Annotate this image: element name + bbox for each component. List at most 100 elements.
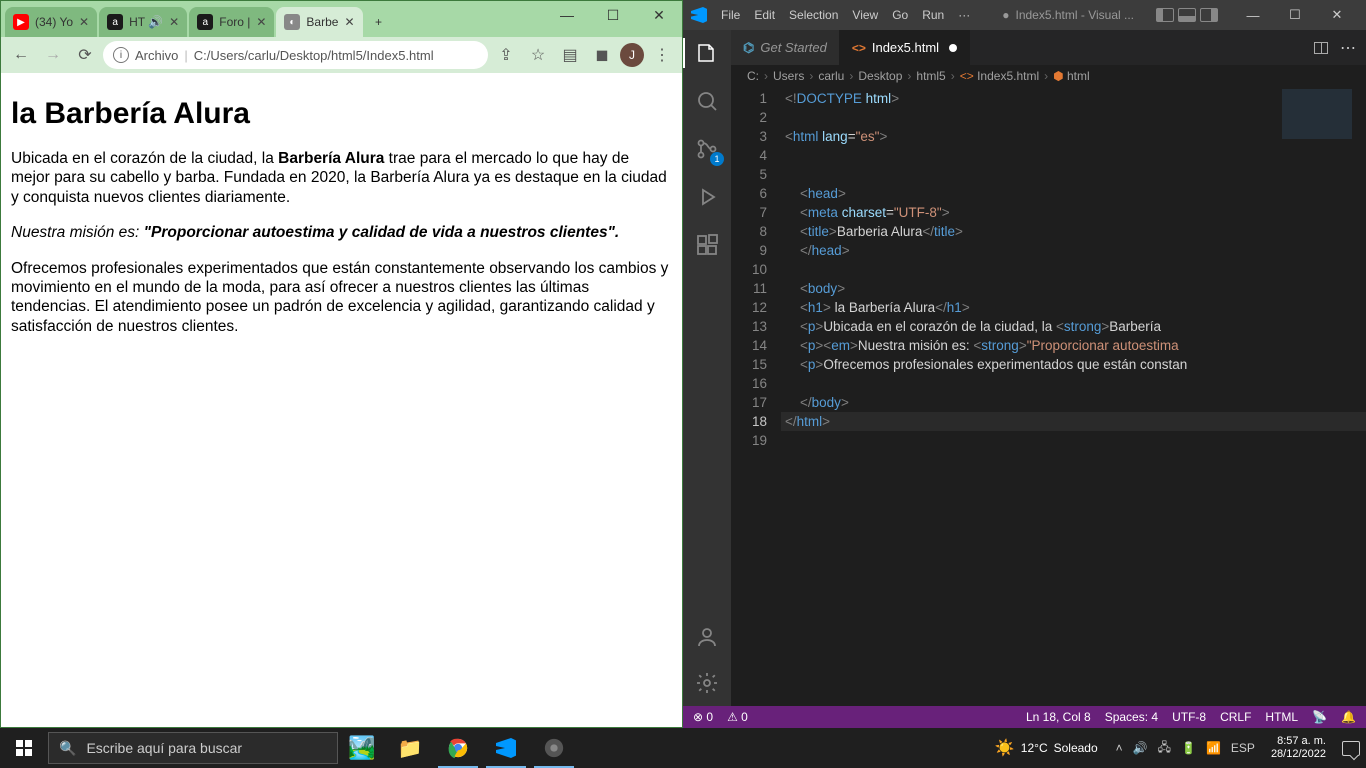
- breadcrumb-segment[interactable]: Desktop: [858, 69, 902, 83]
- code-editor[interactable]: 12345678910111213141516171819 <!DOCTYPE …: [731, 87, 1366, 706]
- explorer-icon[interactable]: [694, 40, 720, 66]
- tab-close-icon[interactable]: ✕: [169, 15, 179, 29]
- weather-widget[interactable]: ☀️ 12°C Soleado: [995, 738, 1098, 758]
- minimap[interactable]: [1282, 89, 1352, 139]
- browser-tab-0[interactable]: ▶(34) Yo✕: [5, 7, 97, 37]
- status-warnings[interactable]: ⚠ 0: [727, 710, 748, 724]
- taskbar-search[interactable]: 🔍 Escribe aquí para buscar: [48, 732, 338, 764]
- maximize-button[interactable]: ☐: [590, 1, 636, 29]
- settings-icon[interactable]: [694, 670, 720, 696]
- layout-bottom-icon[interactable]: [1178, 8, 1196, 22]
- vs-minimize-button[interactable]: —: [1232, 0, 1274, 30]
- tab-get-started[interactable]: ⌬ Get Started: [731, 30, 840, 65]
- breadcrumb[interactable]: C:›Users›carlu›Desktop›html5›<> Index5.h…: [731, 65, 1366, 87]
- status-spaces[interactable]: Spaces: 4: [1105, 710, 1158, 724]
- taskbar-tray: ☀️ 12°C Soleado ˄ 🔊 🖧 🔋 📶 ESP 8:57 a. m.…: [995, 728, 1366, 768]
- chevron-up-icon[interactable]: ˄: [1116, 741, 1123, 755]
- tab-favicon-icon: ◐: [284, 14, 300, 30]
- menu-view[interactable]: View: [852, 8, 878, 22]
- system-tray[interactable]: ˄ 🔊 🖧 🔋 📶 ESP: [1116, 738, 1255, 759]
- layout-controls[interactable]: [1156, 8, 1218, 22]
- kebab-menu-icon[interactable]: ⋮: [648, 41, 676, 69]
- tab-label: HT 🔊: [129, 15, 163, 29]
- source-control-icon[interactable]: 1: [694, 136, 720, 162]
- layout-right-icon[interactable]: [1200, 8, 1218, 22]
- sun-icon: ☀️: [995, 738, 1015, 758]
- taskbar-clock[interactable]: 8:57 a. m. 28/12/2022: [1271, 735, 1326, 761]
- status-bell-icon[interactable]: 🔔: [1341, 710, 1356, 724]
- vscode-icon: ⌬: [743, 40, 754, 56]
- menu-file[interactable]: File: [721, 8, 740, 22]
- menu-selection[interactable]: Selection: [789, 8, 838, 22]
- extension-icon[interactable]: ◼: [588, 41, 616, 69]
- tab-favicon-icon: a: [197, 14, 213, 30]
- wifi-icon[interactable]: 📶: [1206, 741, 1221, 755]
- address-bar[interactable]: i Archivo | C:/Users/carlu/Desktop/html5…: [103, 41, 488, 69]
- network-icon[interactable]: 🖧: [1158, 738, 1171, 759]
- extensions-icon[interactable]: [694, 232, 720, 258]
- taskbar-app-chrome[interactable]: [434, 728, 482, 768]
- breadcrumb-segment[interactable]: Users: [773, 69, 804, 83]
- browser-tab-3[interactable]: ◐ Barbe ✕: [276, 7, 362, 37]
- close-button[interactable]: ✕: [636, 1, 682, 29]
- search-icon[interactable]: [694, 88, 720, 114]
- bookmark-icon[interactable]: ☆: [524, 41, 552, 69]
- taskbar-app-landscape[interactable]: 🏞️: [338, 728, 386, 768]
- account-icon[interactable]: [694, 624, 720, 650]
- minimize-button[interactable]: —: [544, 1, 590, 29]
- menu-edit[interactable]: Edit: [754, 8, 775, 22]
- split-editor-icon[interactable]: [1314, 42, 1328, 54]
- html-file-icon: <>: [852, 41, 866, 55]
- reload-button[interactable]: ⟳: [71, 41, 99, 69]
- editor-group: ⌬ Get Started <> Index5.html ⋯ C:›Users›…: [731, 30, 1366, 706]
- chrome-titlebar: ▶(34) Yo✕aHT 🔊✕aForo |✕◐Barbe✕+ — ☐ ✕: [1, 1, 682, 37]
- debug-icon[interactable]: [694, 184, 720, 210]
- menu-go[interactable]: Go: [892, 8, 908, 22]
- layout-left-icon[interactable]: [1156, 8, 1174, 22]
- status-errors[interactable]: ⊗ 0: [693, 710, 713, 724]
- taskbar-app-chrome-2[interactable]: [530, 728, 578, 768]
- taskbar-app-vscode[interactable]: [482, 728, 530, 768]
- language-indicator[interactable]: ESP: [1231, 741, 1255, 755]
- status-feedback-icon[interactable]: 📡: [1312, 710, 1327, 724]
- paragraph-mission: Nuestra misión es: "Proporcionar autoest…: [11, 223, 672, 242]
- breadcrumb-segment[interactable]: ⬢ html: [1053, 69, 1090, 83]
- sidepanel-icon[interactable]: ▤: [556, 41, 584, 69]
- breadcrumb-segment[interactable]: html5: [916, 69, 945, 83]
- start-button[interactable]: [0, 728, 48, 768]
- notifications-icon[interactable]: [1342, 741, 1360, 756]
- status-language[interactable]: HTML: [1265, 710, 1298, 724]
- breadcrumb-segment[interactable]: carlu: [818, 69, 844, 83]
- taskbar-apps: 🏞️ 📁: [338, 728, 578, 768]
- menu-run[interactable]: Run: [922, 8, 944, 22]
- browser-tab-1[interactable]: aHT 🔊✕: [99, 7, 187, 37]
- editor-tabs: ⌬ Get Started <> Index5.html ⋯: [731, 30, 1366, 65]
- battery-icon[interactable]: 🔋: [1181, 741, 1196, 755]
- browser-tab-2[interactable]: aForo |✕: [189, 7, 274, 37]
- vs-maximize-button[interactable]: ☐: [1274, 0, 1316, 30]
- breadcrumb-segment[interactable]: <> Index5.html: [960, 69, 1039, 83]
- status-ln-col[interactable]: Ln 18, Col 8: [1026, 710, 1091, 724]
- info-icon[interactable]: i: [113, 47, 129, 63]
- tab-close-icon[interactable]: ✕: [256, 15, 266, 29]
- breadcrumb-segment[interactable]: C:: [747, 69, 759, 83]
- volume-icon[interactable]: 🔊: [1133, 741, 1148, 755]
- code-area[interactable]: <!DOCTYPE html><html lang="es"> <head> <…: [781, 87, 1366, 706]
- profile-avatar[interactable]: J: [620, 43, 644, 67]
- forward-button[interactable]: →: [39, 41, 67, 69]
- vscode-body: 1 ⌬ Get Started: [683, 30, 1366, 706]
- window-controls: — ☐ ✕: [544, 1, 682, 37]
- tab-label: Barbe: [306, 15, 338, 29]
- status-eol[interactable]: CRLF: [1220, 710, 1251, 724]
- tab-close-icon[interactable]: ✕: [79, 15, 89, 29]
- menu-···[interactable]: ···: [958, 8, 970, 22]
- tab-index5[interactable]: <> Index5.html: [840, 30, 970, 65]
- new-tab-button[interactable]: +: [365, 7, 393, 37]
- vs-close-button[interactable]: ✕: [1316, 0, 1358, 30]
- back-button[interactable]: ←: [7, 41, 35, 69]
- status-encoding[interactable]: UTF-8: [1172, 710, 1206, 724]
- taskbar-app-explorer[interactable]: 📁: [386, 728, 434, 768]
- tab-close-icon[interactable]: ✕: [344, 15, 354, 29]
- share-icon[interactable]: ⇪: [492, 41, 520, 69]
- more-actions-icon[interactable]: ⋯: [1340, 38, 1356, 58]
